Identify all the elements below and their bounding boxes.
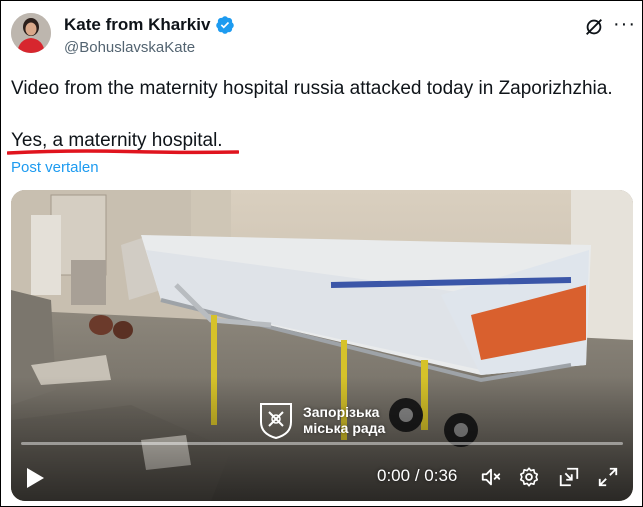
- video-player[interactable]: Запорізька міська рада 0:00 / 0:36: [11, 190, 633, 501]
- volume-muted-icon[interactable]: [480, 466, 502, 488]
- author-row: Kate from Kharkiv: [64, 15, 235, 35]
- settings-gear-icon[interactable]: [518, 466, 540, 488]
- video-watermark: Запорізька міська рада: [257, 400, 385, 440]
- city-coat-of-arms-icon: [260, 403, 292, 440]
- watermark-line-1: Запорізька: [303, 404, 380, 420]
- more-icon[interactable]: ···: [613, 14, 636, 34]
- translate-post-link[interactable]: Post vertalen: [11, 159, 99, 176]
- verified-badge-icon: [216, 16, 235, 34]
- picture-in-picture-icon[interactable]: [558, 466, 580, 488]
- grok-icon[interactable]: [583, 16, 605, 38]
- tweet-text-line-1: Video from the maternity hospital russia…: [11, 78, 613, 99]
- red-underline-annotation: [7, 149, 239, 155]
- fullscreen-icon[interactable]: [597, 466, 619, 488]
- video-time: 0:00 / 0:36: [377, 466, 457, 486]
- video-frame: [11, 190, 633, 501]
- post-card: Kate from Kharkiv @BohuslavskaKate ··· V…: [0, 0, 643, 507]
- video-time-total: 0:36: [424, 466, 458, 485]
- video-time-current: 0:00: [377, 466, 411, 485]
- play-icon[interactable]: [25, 467, 45, 489]
- author-name[interactable]: Kate from Kharkiv: [64, 15, 210, 35]
- author-handle[interactable]: @BohuslavskaKate: [64, 39, 195, 56]
- video-progress-bar[interactable]: [21, 442, 623, 445]
- video-controls: 0:00 / 0:36: [11, 458, 633, 498]
- avatar[interactable]: [11, 13, 51, 53]
- video-time-separator: /: [414, 466, 420, 485]
- watermark-line-2: міська рада: [303, 420, 386, 436]
